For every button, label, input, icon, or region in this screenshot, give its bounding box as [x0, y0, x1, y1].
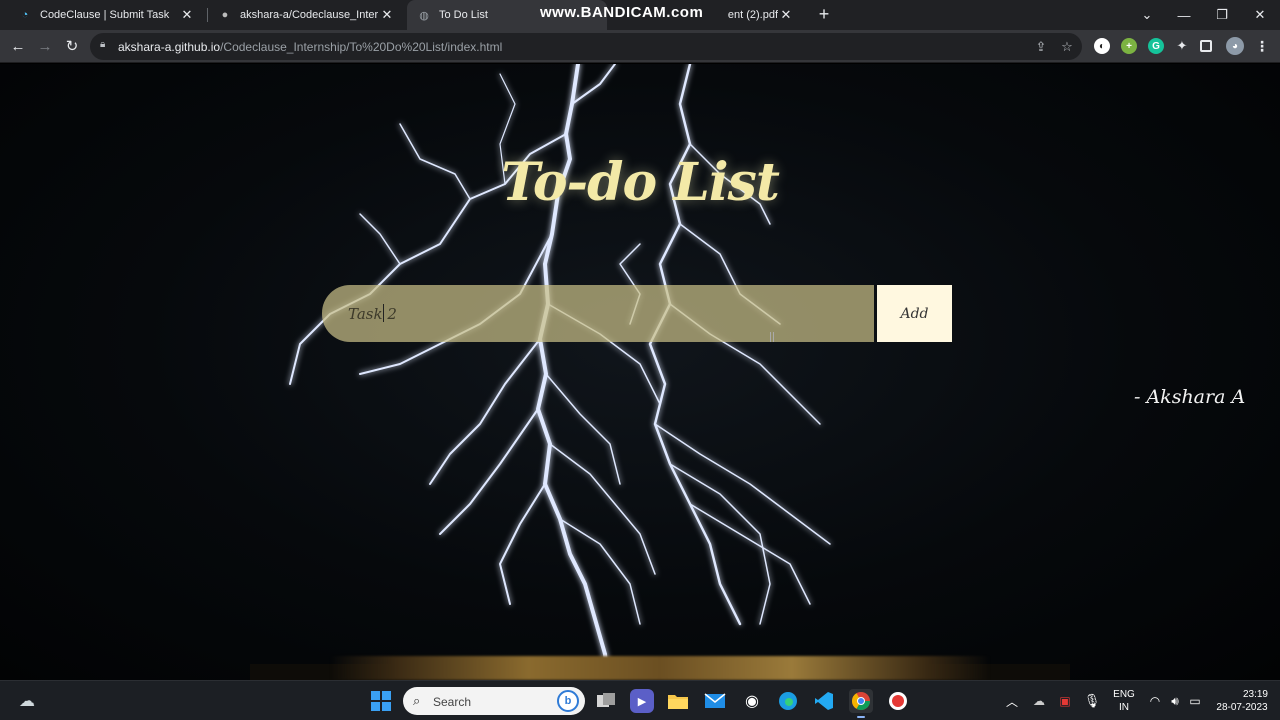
- page-viewport: To-do List Add - Akshara A: [0, 64, 1280, 680]
- search-icon: ⌕: [413, 693, 421, 708]
- bandicam-record-icon[interactable]: [886, 689, 910, 713]
- battery-icon[interactable]: ▭: [1183, 689, 1207, 713]
- taskbar-search[interactable]: ⌕ Search b: [403, 687, 585, 715]
- profile-avatar[interactable]: ◕: [1226, 37, 1244, 55]
- menu-kebab-icon[interactable]: ⋮: [1254, 38, 1270, 54]
- share-icon[interactable]: ⇪: [1032, 38, 1050, 56]
- text-caret: [383, 304, 384, 322]
- task-input[interactable]: [322, 285, 874, 342]
- microphone-icon[interactable]: 🎙︎: [1080, 689, 1104, 713]
- codeclause-icon: ◔: [21, 9, 29, 21]
- tab-github[interactable]: ● akshara-a/Codeclause_Internship ✕: [208, 0, 405, 30]
- back-icon[interactable]: ←: [6, 34, 30, 58]
- bandicam-watermark: www.BANDICAM.com: [540, 4, 704, 21]
- lock-icon: 🔒︎: [100, 39, 106, 50]
- tray-chevron-up-icon[interactable]: ︿: [1000, 689, 1024, 713]
- close-tab-icon[interactable]: ✕: [778, 7, 794, 23]
- side-panel-icon[interactable]: [1200, 40, 1212, 52]
- vscode-icon[interactable]: [812, 689, 836, 713]
- tab-search-chevron-icon[interactable]: ⌄: [1127, 0, 1167, 30]
- close-tab-icon[interactable]: ✕: [379, 7, 395, 23]
- task-view-icon[interactable]: [594, 689, 618, 713]
- extension-plus-icon[interactable]: +: [1121, 38, 1137, 54]
- url-text: akshara-a.github.io/Codeclause_Internshi…: [118, 40, 503, 54]
- address-bar[interactable]: 🔒︎ akshara-a.github.io/Codeclause_Intern…: [90, 33, 1082, 60]
- restore-icon[interactable]: ❐: [1202, 0, 1242, 30]
- bookmark-star-icon[interactable]: ☆: [1058, 38, 1076, 56]
- extension-speed-icon[interactable]: ◐: [1094, 38, 1110, 54]
- github-desktop-icon[interactable]: ◉: [740, 689, 764, 713]
- new-tab-icon[interactable]: +: [813, 3, 835, 25]
- tab-title: akshara-a/Codeclause_Internship: [240, 9, 379, 21]
- search-placeholder: Search: [433, 695, 472, 709]
- tray-app-icon[interactable]: ▣: [1053, 689, 1077, 713]
- edge-icon[interactable]: [776, 689, 800, 713]
- browser-toolbar: ← → ↻ 🔒︎ akshara-a.github.io/Codeclause_…: [0, 30, 1280, 63]
- weather-icon[interactable]: ☁: [15, 689, 39, 713]
- windows-taskbar: ☁ ⌕ Search b ▶ ◉ ︿ ☁ ▣ 🎙︎ ENG IN ◠ 🔊︎ ▭ …: [0, 680, 1280, 720]
- teams-chat-icon[interactable]: ▶: [630, 689, 654, 713]
- github-icon: ●: [221, 9, 229, 21]
- language-indicator[interactable]: ENG IN: [1110, 688, 1138, 714]
- close-tab-icon[interactable]: ✕: [179, 7, 195, 23]
- tab-codeclause[interactable]: ◔ CodeClause | Submit Task ✕: [8, 0, 205, 30]
- chrome-icon[interactable]: [849, 689, 873, 713]
- cloud-offline-icon[interactable]: ☁: [1027, 689, 1051, 713]
- file-explorer-icon[interactable]: [666, 689, 690, 713]
- grammarly-icon[interactable]: G: [1148, 38, 1164, 54]
- close-window-icon[interactable]: ✕: [1240, 0, 1280, 30]
- mail-icon[interactable]: [703, 689, 727, 713]
- globe-icon: ◍: [419, 9, 429, 22]
- reload-icon[interactable]: ↻: [60, 34, 84, 58]
- city-lights: [330, 656, 990, 680]
- bing-icon[interactable]: b: [557, 690, 579, 712]
- tab-title: CodeClause | Submit Task: [40, 9, 170, 21]
- clock[interactable]: 23:19 28-07-2023: [1210, 688, 1274, 714]
- add-button[interactable]: Add: [877, 285, 952, 342]
- chrome-active-indicator: [857, 716, 865, 718]
- windows-start-icon[interactable]: [369, 689, 393, 713]
- page-title: To-do List: [501, 152, 780, 213]
- forward-icon[interactable]: →: [33, 34, 57, 58]
- mouse-text-cursor: [770, 332, 774, 342]
- browser-tab-bar: ◔ CodeClause | Submit Task ✕ ● akshara-a…: [0, 0, 1280, 30]
- minimize-icon[interactable]: —: [1164, 0, 1204, 30]
- author-signature: - Akshara A: [1134, 386, 1246, 408]
- extensions-puzzle-icon[interactable]: ✦: [1174, 38, 1190, 54]
